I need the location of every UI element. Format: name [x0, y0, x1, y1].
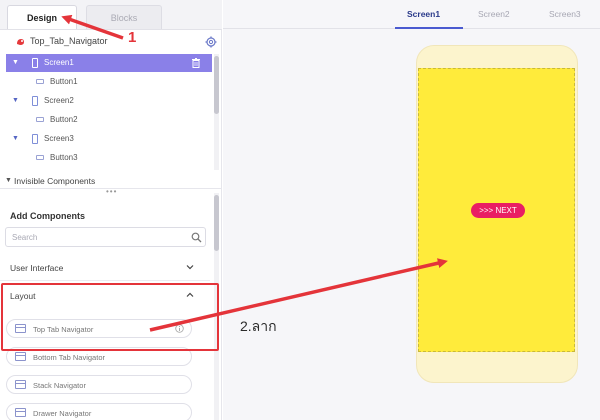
- section-user-interface[interactable]: User Interface: [0, 258, 210, 278]
- next-button[interactable]: >>> NEXT: [471, 203, 525, 218]
- app-icon: [17, 39, 24, 45]
- component-label: Drawer Navigator: [33, 409, 92, 418]
- tree-item-button3[interactable]: Button3: [6, 149, 212, 167]
- left-panel: Design Blocks Top_Tab_Navigator ▼ Screen…: [0, 0, 222, 420]
- component-label: Stack Navigator: [33, 381, 86, 390]
- button-icon: [36, 117, 44, 122]
- tree-item-button1[interactable]: Button1: [6, 73, 212, 91]
- tree-item-label: Button2: [50, 115, 78, 124]
- tree-item-label: Button1: [50, 77, 78, 86]
- tab-screen2[interactable]: Screen2: [478, 9, 510, 19]
- divider: [0, 280, 210, 281]
- trash-icon[interactable]: [192, 58, 200, 68]
- components-scrollbar-thumb[interactable]: [214, 195, 219, 251]
- app-root: Design Blocks Top_Tab_Navigator ▼ Screen…: [0, 0, 600, 420]
- tree-item-screen1[interactable]: ▼ Screen1: [6, 54, 212, 72]
- screen-icon: [32, 96, 38, 106]
- tree-item-label: Screen2: [44, 96, 74, 105]
- tab-blocks[interactable]: Blocks: [86, 5, 162, 29]
- chevron-down-icon: [186, 265, 194, 270]
- invisible-components-label: Invisible Components: [14, 176, 96, 186]
- component-stack-navigator[interactable]: Stack Navigator: [6, 375, 192, 394]
- tree-item-label: Screen3: [44, 134, 74, 143]
- button-icon: [36, 155, 44, 160]
- screen-icon: [32, 58, 38, 68]
- tab-screen3[interactable]: Screen3: [549, 9, 581, 19]
- panel-resize-handle[interactable]: •••: [106, 187, 117, 196]
- component-drawer-navigator[interactable]: Drawer Navigator: [6, 403, 192, 420]
- app-name: Top_Tab_Navigator: [30, 36, 108, 46]
- navigator-icon: [15, 352, 26, 361]
- tree-item-label: Screen1: [44, 58, 74, 67]
- search-input[interactable]: [12, 231, 182, 244]
- tree-scrollbar-thumb[interactable]: [214, 56, 219, 114]
- annotation-step2: 2.ลาก: [240, 318, 277, 334]
- expand-caret-icon[interactable]: ▼: [12, 97, 19, 104]
- editor-mode-tabs: Design Blocks: [0, 0, 222, 30]
- tree-item-label: Button3: [50, 153, 78, 162]
- expand-caret-icon[interactable]: ▼: [12, 59, 19, 66]
- add-components-title: Add Components: [10, 211, 85, 221]
- section-label: User Interface: [10, 263, 64, 273]
- gear-icon[interactable]: [205, 36, 217, 48]
- screen-icon: [32, 134, 38, 144]
- expand-caret-icon[interactable]: ▼: [12, 135, 19, 142]
- button-icon: [36, 79, 44, 84]
- screen-tabs: Screen1 Screen2 Screen3: [223, 0, 600, 29]
- tree-item-screen3[interactable]: ▼ Screen3: [6, 130, 212, 148]
- expand-caret-icon: ▼: [5, 177, 12, 184]
- tab-screen1[interactable]: Screen1: [407, 9, 440, 19]
- tree-scrollbar[interactable]: [214, 54, 219, 170]
- component-tree-header: Top_Tab_Navigator: [0, 31, 222, 53]
- highlight-box: [1, 283, 219, 351]
- active-tab-indicator: [395, 27, 463, 29]
- annotation-step1: 1: [128, 29, 137, 46]
- tree-item-screen2[interactable]: ▼ Screen2: [6, 92, 212, 110]
- search-icon[interactable]: [191, 232, 202, 243]
- navigator-icon: [15, 380, 26, 389]
- component-label: Bottom Tab Navigator: [33, 353, 105, 362]
- tab-design[interactable]: Design: [7, 5, 77, 29]
- component-search-box[interactable]: [5, 227, 206, 247]
- navigator-icon: [15, 408, 26, 417]
- tree-item-button2[interactable]: Button2: [6, 111, 212, 129]
